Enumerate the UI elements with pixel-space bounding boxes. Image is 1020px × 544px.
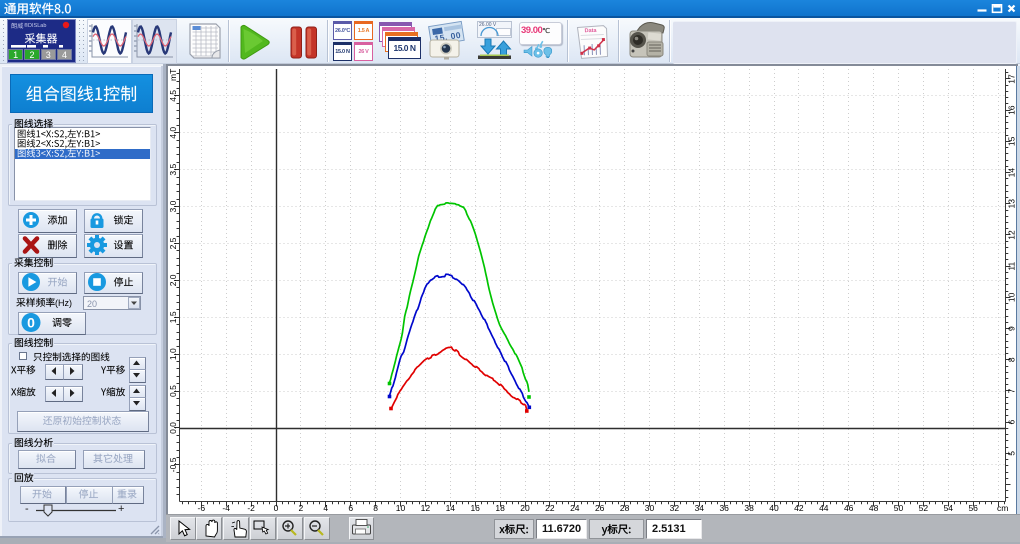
svg-text:0: 0 — [27, 315, 35, 331]
svg-text:Data: Data — [585, 28, 598, 34]
